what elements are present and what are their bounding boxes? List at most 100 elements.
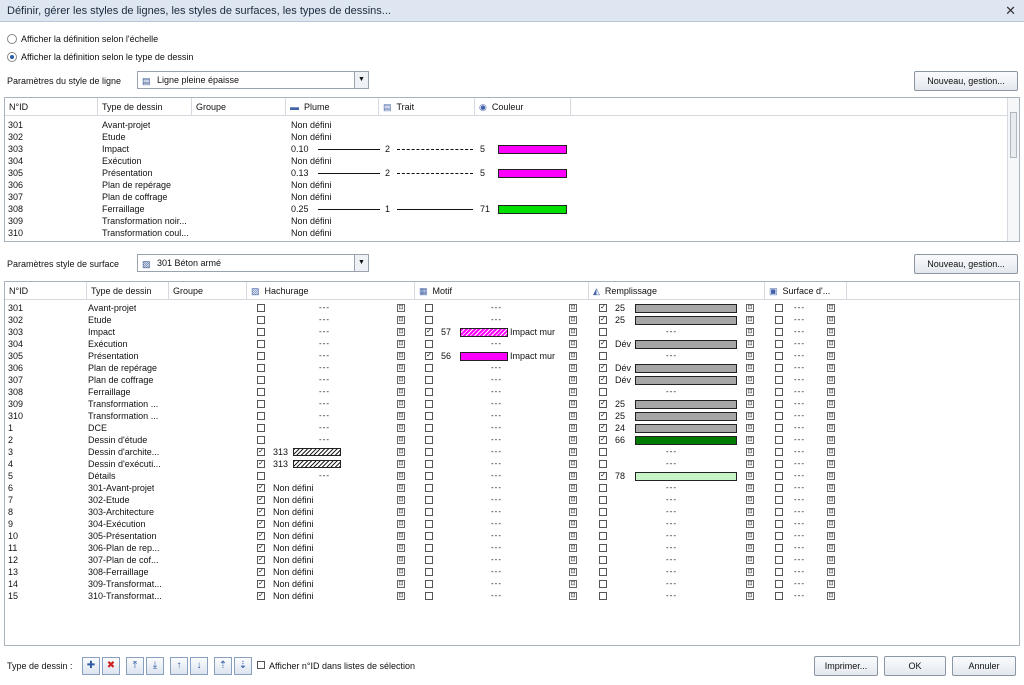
- hatching-checkbox[interactable]: [257, 436, 265, 444]
- pattern-checkbox[interactable]: [425, 472, 433, 480]
- table-row[interactable]: 306 Plan de repérage --- ⊡ --- ⊡ ✓ Dév ⊡ --- ⊡: [5, 362, 1019, 374]
- pattern-picker-icon[interactable]: ⊡: [569, 532, 577, 540]
- pattern-picker-icon[interactable]: ⊡: [569, 520, 577, 528]
- hatching-checkbox[interactable]: ✓: [257, 520, 265, 528]
- hatching-checkbox[interactable]: ✓: [257, 448, 265, 456]
- pattern-picker-icon[interactable]: ⊡: [569, 328, 577, 336]
- col-pen[interactable]: ▬ Plume: [286, 98, 379, 116]
- hatching-picker-icon[interactable]: ⊡: [397, 352, 405, 360]
- hatching-picker-icon[interactable]: ⊡: [397, 556, 405, 564]
- hatching-picker-icon[interactable]: ⊡: [397, 532, 405, 540]
- pattern-picker-icon[interactable]: ⊡: [569, 484, 577, 492]
- table-row[interactable]: 307 Plan de coffrage --- ⊡ --- ⊡ ✓ Dév ⊡ --- ⊡: [5, 374, 1019, 386]
- fill-checkbox[interactable]: ✓: [599, 316, 607, 324]
- table-row[interactable]: 15 310-Transformat... ✓ Non défini ⊡ --- ⊡ --- ⊡…: [5, 590, 1019, 602]
- surface-checkbox[interactable]: [775, 496, 783, 504]
- pattern-checkbox[interactable]: ✓: [425, 352, 433, 360]
- table-row[interactable]: 302 Etude --- ⊡ --- ⊡ ✓ 25 ⊡ --- ⊡: [5, 314, 1019, 326]
- fill-picker-icon[interactable]: ⊡: [746, 424, 754, 432]
- hatching-picker-icon[interactable]: ⊡: [397, 544, 405, 552]
- hatching-picker-icon[interactable]: ⊡: [397, 424, 405, 432]
- fill-checkbox[interactable]: [599, 388, 607, 396]
- move-up-icon[interactable]: ↑: [170, 657, 188, 675]
- fill-picker-icon[interactable]: ⊡: [746, 484, 754, 492]
- col-type[interactable]: Type de dessin: [98, 98, 192, 116]
- table-row[interactable]: 3 Dessin d'archite... ✓ 313 ⊡ --- ⊡ --- ⊡ --- ⊡: [5, 446, 1019, 458]
- fill-picker-icon[interactable]: ⊡: [746, 448, 754, 456]
- surface-picker-icon[interactable]: ⊡: [827, 580, 835, 588]
- pattern-checkbox[interactable]: [425, 568, 433, 576]
- hatching-picker-icon[interactable]: ⊡: [397, 412, 405, 420]
- hatching-checkbox[interactable]: ✓: [257, 592, 265, 600]
- table-row[interactable]: 6 301-Avant-projet ✓ Non défini ⊡ --- ⊡ --- ⊡ ---…: [5, 482, 1019, 494]
- fill-checkbox[interactable]: ✓: [599, 412, 607, 420]
- delete-icon[interactable]: ✖: [102, 657, 120, 675]
- surface-picker-icon[interactable]: ⊡: [827, 400, 835, 408]
- surface-checkbox[interactable]: [775, 472, 783, 480]
- move-bottom-icon[interactable]: ⤓: [146, 657, 164, 675]
- pattern-checkbox[interactable]: [425, 376, 433, 384]
- surface-checkbox[interactable]: [775, 364, 783, 372]
- hatching-picker-icon[interactable]: ⊡: [397, 484, 405, 492]
- pattern-checkbox[interactable]: [425, 520, 433, 528]
- fill-picker-icon[interactable]: ⊡: [746, 580, 754, 588]
- hatching-picker-icon[interactable]: ⊡: [397, 568, 405, 576]
- table-row[interactable]: 308 Ferraillage --- ⊡ --- ⊡ --- ⊡ --- ⊡: [5, 386, 1019, 398]
- ok-button[interactable]: OK: [884, 656, 946, 676]
- print-button[interactable]: Imprimer...: [814, 656, 878, 676]
- surface-picker-icon[interactable]: ⊡: [827, 352, 835, 360]
- table-row[interactable]: 5 Détails --- ⊡ --- ⊡ ✓ 78 ⊡ --- ⊡: [5, 470, 1019, 482]
- surface-picker-icon[interactable]: ⊡: [827, 424, 835, 432]
- surface-picker-icon[interactable]: ⊡: [827, 436, 835, 444]
- hatching-picker-icon[interactable]: ⊡: [397, 496, 405, 504]
- fill-picker-icon[interactable]: ⊡: [746, 340, 754, 348]
- surface-picker-icon[interactable]: ⊡: [827, 376, 835, 384]
- surface-picker-icon[interactable]: ⊡: [827, 364, 835, 372]
- hatching-checkbox[interactable]: [257, 388, 265, 396]
- table-row[interactable]: 302 Etude Non défini: [5, 131, 1019, 143]
- table-row[interactable]: 304 Exécution Non défini: [5, 155, 1019, 167]
- pattern-checkbox[interactable]: [425, 496, 433, 504]
- hatching-picker-icon[interactable]: ⊡: [397, 328, 405, 336]
- fill-checkbox[interactable]: [599, 568, 607, 576]
- pattern-checkbox[interactable]: [425, 436, 433, 444]
- fill-checkbox[interactable]: ✓: [599, 340, 607, 348]
- hatching-checkbox[interactable]: [257, 352, 265, 360]
- surface-picker-icon[interactable]: ⊡: [827, 304, 835, 312]
- col-surface[interactable]: ▣ Surface d'...: [765, 282, 847, 300]
- surface-checkbox[interactable]: [775, 352, 783, 360]
- pattern-picker-icon[interactable]: ⊡: [569, 448, 577, 456]
- table-row[interactable]: 9 304-Exécution ✓ Non défini ⊡ --- ⊡ --- ⊡ --- ⊡: [5, 518, 1019, 530]
- table-row[interactable]: 12 307-Plan de cof... ✓ Non défini ⊡ --- ⊡ --- ⊡…: [5, 554, 1019, 566]
- pattern-picker-icon[interactable]: ⊡: [569, 472, 577, 480]
- surface-checkbox[interactable]: [775, 484, 783, 492]
- hatching-checkbox[interactable]: [257, 400, 265, 408]
- import-icon[interactable]: ⇡: [214, 657, 232, 675]
- surface-picker-icon[interactable]: ⊡: [827, 328, 835, 336]
- fill-checkbox[interactable]: [599, 592, 607, 600]
- pattern-picker-icon[interactable]: ⊡: [569, 436, 577, 444]
- fill-picker-icon[interactable]: ⊡: [746, 508, 754, 516]
- fill-checkbox[interactable]: ✓: [599, 472, 607, 480]
- pattern-checkbox[interactable]: [425, 556, 433, 564]
- hatching-picker-icon[interactable]: ⊡: [397, 472, 405, 480]
- table-row[interactable]: 305 Présentation --- ⊡ ✓ 56 Impact mur ⊡ --- ⊡ ---…: [5, 350, 1019, 362]
- pattern-picker-icon[interactable]: ⊡: [569, 316, 577, 324]
- move-top-icon[interactable]: ⤒: [126, 657, 144, 675]
- hatching-checkbox[interactable]: ✓: [257, 544, 265, 552]
- table-row[interactable]: 303 Impact --- ⊡ ✓ 57 Impact mur ⊡ --- ⊡ --- ⊡: [5, 326, 1019, 338]
- pattern-picker-icon[interactable]: ⊡: [569, 544, 577, 552]
- cancel-button[interactable]: Annuler: [952, 656, 1016, 676]
- col-color[interactable]: ◉ Couleur: [475, 98, 571, 116]
- hatching-checkbox[interactable]: ✓: [257, 460, 265, 468]
- surface-checkbox[interactable]: [775, 460, 783, 468]
- hatching-picker-icon[interactable]: ⊡: [397, 580, 405, 588]
- surface-checkbox[interactable]: [775, 424, 783, 432]
- hatching-picker-icon[interactable]: ⊡: [397, 340, 405, 348]
- hatching-checkbox[interactable]: [257, 328, 265, 336]
- col-stroke[interactable]: ▤ Trait: [379, 98, 475, 116]
- hatching-checkbox[interactable]: [257, 364, 265, 372]
- fill-checkbox[interactable]: ✓: [599, 304, 607, 312]
- hatching-checkbox[interactable]: ✓: [257, 508, 265, 516]
- surface-checkbox[interactable]: [775, 544, 783, 552]
